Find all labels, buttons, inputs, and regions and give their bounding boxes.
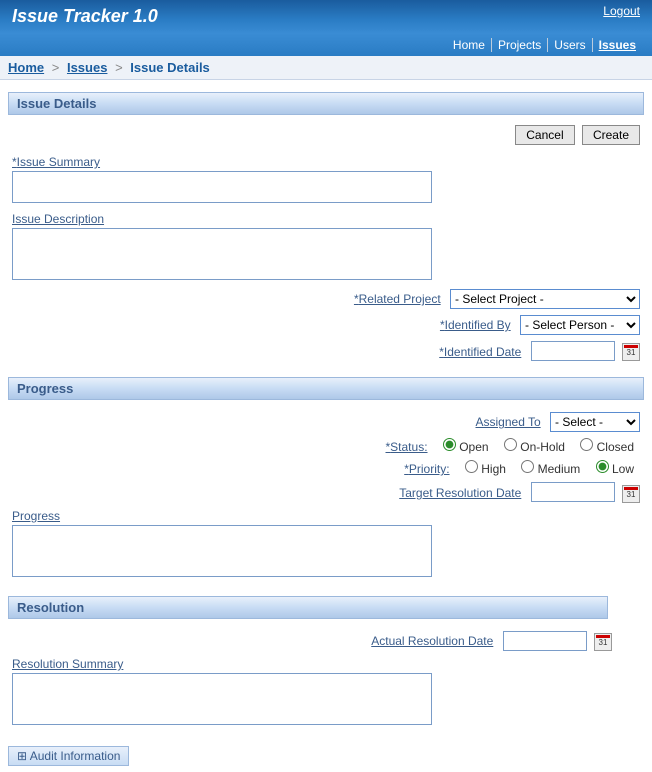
identified-by-select[interactable]: - Select Person -: [520, 315, 640, 335]
priority-medium-radio[interactable]: [521, 460, 534, 473]
logout-link[interactable]: Logout: [603, 4, 640, 18]
status-onhold-radio[interactable]: [504, 438, 517, 451]
breadcrumb-sep: >: [115, 60, 123, 75]
target-date-input[interactable]: [531, 482, 615, 502]
nav-home[interactable]: Home: [447, 38, 492, 52]
status-open-radio[interactable]: [443, 438, 456, 451]
app-header: Issue Tracker 1.0 Logout HomeProjectsUse…: [0, 0, 652, 56]
identified-date-input[interactable]: [531, 341, 615, 361]
status-closed-radio[interactable]: [580, 438, 593, 451]
calendar-icon[interactable]: [622, 485, 640, 503]
label-status: Status:: [386, 440, 428, 454]
nav-users[interactable]: Users: [548, 38, 592, 52]
label-related-project: Related Project: [354, 292, 441, 306]
label-identified-by: Identified By: [440, 318, 511, 332]
priority-low-radio[interactable]: [596, 460, 609, 473]
label-resolution-summary: Resolution Summary: [12, 657, 640, 671]
section-resolution: Resolution: [8, 596, 608, 619]
breadcrumb-home[interactable]: Home: [8, 60, 44, 75]
label-issue-summary: Issue Summary: [12, 155, 640, 169]
label-target-date: Target Resolution Date: [399, 486, 521, 500]
status-closed-label[interactable]: Closed: [580, 440, 634, 454]
breadcrumb-sep: >: [52, 60, 60, 75]
issue-description-input[interactable]: [12, 228, 432, 280]
create-button[interactable]: Create: [582, 125, 640, 145]
label-identified-date: Identified Date: [439, 345, 521, 359]
priority-high-radio[interactable]: [465, 460, 478, 473]
priority-medium-label[interactable]: Medium: [521, 462, 580, 476]
top-nav: HomeProjectsUsersIssues: [447, 38, 642, 52]
cancel-button[interactable]: Cancel: [515, 125, 574, 145]
nav-projects[interactable]: Projects: [492, 38, 548, 52]
assigned-to-select[interactable]: - Select -: [550, 412, 640, 432]
priority-high-label[interactable]: High: [465, 462, 506, 476]
breadcrumb: Home > Issues > Issue Details: [0, 56, 652, 80]
label-issue-description: Issue Description: [12, 212, 640, 226]
status-open-label[interactable]: Open: [443, 440, 489, 454]
progress-input[interactable]: [12, 525, 432, 577]
label-progress: Progress: [12, 509, 640, 523]
label-actual-date: Actual Resolution Date: [371, 634, 493, 648]
calendar-icon[interactable]: [622, 343, 640, 361]
label-priority: Priority:: [404, 462, 449, 476]
resolution-summary-input[interactable]: [12, 673, 432, 725]
status-onhold-label[interactable]: On-Hold: [504, 440, 565, 454]
related-project-select[interactable]: - Select Project -: [450, 289, 640, 309]
label-assigned-to: Assigned To: [476, 415, 541, 429]
section-issue-details: Issue Details: [8, 92, 644, 115]
section-progress: Progress: [8, 377, 644, 400]
calendar-icon[interactable]: [594, 633, 612, 651]
actual-date-input[interactable]: [503, 631, 587, 651]
app-title: Issue Tracker 1.0: [0, 0, 652, 33]
priority-low-label[interactable]: Low: [596, 462, 634, 476]
issue-summary-input[interactable]: [12, 171, 432, 203]
breadcrumb-issues[interactable]: Issues: [67, 60, 107, 75]
nav-issues[interactable]: Issues: [593, 38, 642, 52]
breadcrumb-current: Issue Details: [130, 60, 210, 75]
